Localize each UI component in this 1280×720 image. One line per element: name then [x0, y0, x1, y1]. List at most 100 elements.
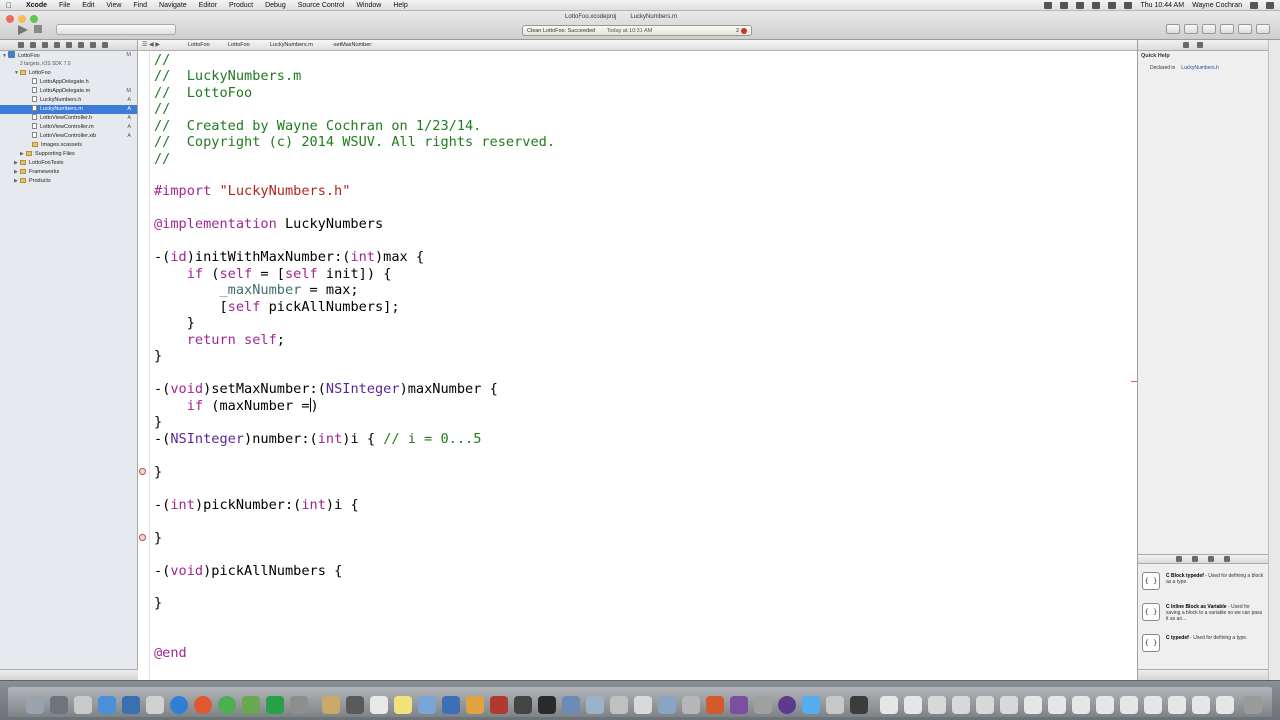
bluetooth-icon[interactable] [1076, 2, 1085, 9]
web-location-icon[interactable] [1000, 696, 1018, 714]
tree-file-selected[interactable]: LuckyNumbers.m A [0, 105, 137, 114]
menu-window[interactable]: Window [356, 0, 381, 11]
code-snippet-icon[interactable] [1192, 556, 1198, 562]
menu-find[interactable]: Find [133, 0, 147, 11]
app-icon[interactable] [74, 696, 92, 714]
app-icon[interactable] [850, 696, 868, 714]
calendar-icon[interactable] [346, 696, 364, 714]
app-icon[interactable] [610, 696, 628, 714]
navigator-filter-bar[interactable] [0, 669, 138, 680]
web-location-icon[interactable] [976, 696, 994, 714]
app-icon[interactable] [826, 696, 844, 714]
tree-folder[interactable]: ▶ Frameworks [0, 168, 137, 177]
status-icon[interactable] [1044, 2, 1053, 9]
app-icon[interactable] [586, 696, 604, 714]
search-icon[interactable] [42, 42, 48, 48]
tree-folder[interactable]: ▶ Products [0, 177, 137, 186]
app-icon[interactable] [322, 696, 340, 714]
menu-product[interactable]: Product [229, 0, 253, 11]
tree-group[interactable]: ▼ LottoFoo [0, 69, 137, 78]
notes-icon[interactable] [394, 696, 412, 714]
tab-project[interactable]: LottoFoo.xcodeproj [565, 14, 616, 20]
web-location-icon[interactable] [952, 696, 970, 714]
app-icon[interactable] [682, 696, 700, 714]
app-icon[interactable] [146, 696, 164, 714]
standard-editor-button[interactable] [1166, 24, 1180, 34]
breadcrumb-file[interactable]: LuckyNumbers.m [270, 40, 313, 51]
trash-icon[interactable] [1244, 696, 1262, 714]
breadcrumb-group[interactable]: LottoFoo [228, 40, 250, 51]
menu-file[interactable]: File [59, 0, 70, 11]
web-location-icon[interactable] [928, 696, 946, 714]
error-icon[interactable] [741, 28, 747, 34]
document-icon[interactable] [1144, 696, 1162, 714]
app-icon[interactable] [50, 696, 68, 714]
tree-folder[interactable]: ▶ Supporting Files [0, 150, 137, 159]
safari-icon[interactable] [170, 696, 188, 714]
breadcrumb-method[interactable]: -setMaxNumber: [332, 40, 373, 51]
error-marker-icon[interactable] [139, 468, 146, 475]
app-icon[interactable] [122, 696, 140, 714]
toggle-debug-button[interactable] [1238, 24, 1252, 34]
document-icon[interactable] [1216, 696, 1234, 714]
app-icon[interactable] [442, 696, 460, 714]
folder-icon[interactable] [18, 42, 24, 48]
menubar-user[interactable]: Wayne Cochran [1192, 0, 1242, 11]
editor-gutter[interactable] [138, 51, 150, 680]
file-template-icon[interactable] [1176, 556, 1182, 562]
app-icon[interactable] [538, 696, 556, 714]
status-icon[interactable] [1060, 2, 1069, 9]
document-icon[interactable] [880, 696, 898, 714]
tree-folder[interactable]: ▶ LottoFooTests [0, 159, 137, 168]
close-window-icon[interactable] [6, 15, 14, 23]
finder-icon[interactable] [26, 696, 44, 714]
object-library-icon[interactable] [1208, 556, 1214, 562]
scheme-selector[interactable] [56, 24, 176, 35]
file-inspector-icon[interactable] [1183, 42, 1189, 48]
debug-icon[interactable] [78, 42, 84, 48]
app-icon[interactable] [634, 696, 652, 714]
run-button[interactable] [18, 25, 28, 35]
media-library-icon[interactable] [1224, 556, 1230, 562]
app-icon[interactable] [490, 696, 508, 714]
zoom-window-icon[interactable] [30, 15, 38, 23]
app-icon[interactable] [98, 696, 116, 714]
menu-source-control[interactable]: Source Control [298, 0, 345, 11]
snippet-item[interactable]: { } C typedef - Used for defining a type… [1142, 632, 1264, 658]
app-icon[interactable] [754, 696, 772, 714]
tree-project[interactable]: ▼ LottoFoo M [0, 51, 137, 60]
document-icon[interactable] [1024, 696, 1042, 714]
volume-icon[interactable] [1108, 2, 1117, 9]
document-icon[interactable] [1048, 696, 1066, 714]
menu-navigate[interactable]: Navigate [159, 0, 187, 11]
menu-view[interactable]: View [106, 0, 121, 11]
terminal-icon[interactable] [514, 696, 532, 714]
app-icon[interactable] [466, 696, 484, 714]
breadcrumb-project[interactable]: LottoFoo [188, 40, 210, 51]
log-icon[interactable] [102, 42, 108, 48]
document-icon[interactable] [1096, 696, 1114, 714]
menu-edit[interactable]: Edit [82, 0, 94, 11]
document-icon[interactable] [1192, 696, 1210, 714]
breakpoint-icon[interactable] [90, 42, 96, 48]
menubar-clock[interactable]: Thu 10:44 AM [1140, 0, 1184, 11]
stop-button[interactable] [34, 25, 42, 33]
tree-file[interactable]: LottoAppDelegate.h [0, 78, 137, 87]
app-icon[interactable] [418, 696, 436, 714]
twitter-icon[interactable] [802, 696, 820, 714]
menu-app[interactable]: Xcode [26, 0, 47, 11]
app-icon[interactable] [266, 696, 284, 714]
tree-file[interactable]: LottoAppDelegate.m M [0, 87, 137, 96]
test-icon[interactable] [66, 42, 72, 48]
menu-editor[interactable]: Editor [199, 0, 217, 11]
app-icon[interactable] [290, 696, 308, 714]
chrome-icon[interactable] [218, 696, 236, 714]
minimize-window-icon[interactable] [18, 15, 26, 23]
source-editor[interactable]: // // LuckyNumbers.m // LottoFoo // // C… [138, 51, 1137, 680]
apple-icon[interactable]:  [6, 0, 16, 11]
wifi-icon[interactable] [1092, 2, 1101, 9]
app-icon[interactable] [706, 696, 724, 714]
list-icon[interactable] [1266, 2, 1274, 9]
app-icon[interactable] [658, 696, 676, 714]
quick-help-icon[interactable] [1197, 42, 1203, 48]
